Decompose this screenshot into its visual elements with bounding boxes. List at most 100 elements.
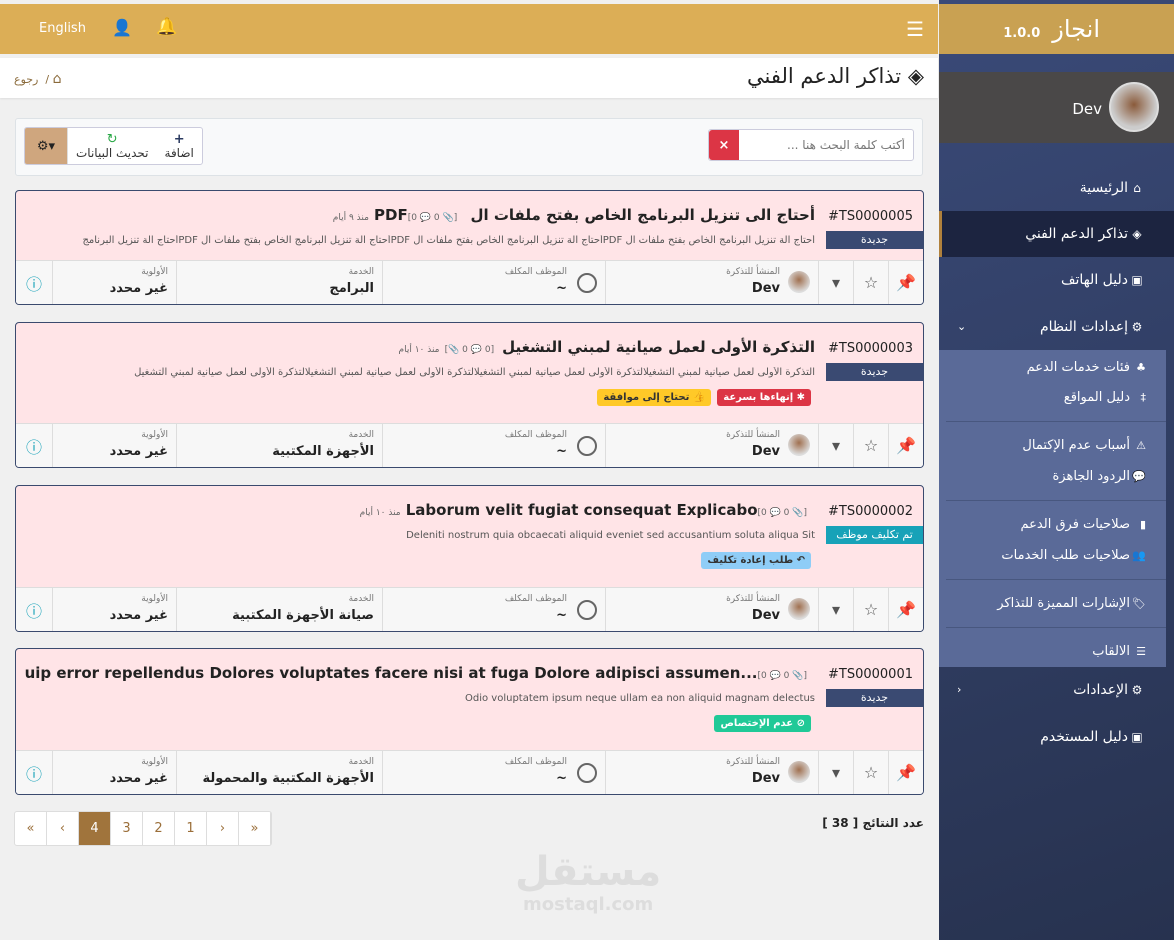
add-button[interactable]: + اضافة bbox=[157, 128, 202, 164]
page-button[interactable]: › bbox=[207, 812, 239, 845]
page-button[interactable]: « bbox=[15, 812, 47, 845]
ticket-id[interactable]: #TS0000002 bbox=[828, 504, 913, 519]
ticket-tags: ✱ إنهاءها بسرعة 👍 تحتاج إلى موافقة bbox=[597, 389, 811, 406]
sidebar-item[interactable]: ⚙ إعدادات النظام ⌄ bbox=[939, 304, 1174, 350]
ticket-card[interactable]: #TS0000001 جديدة dunt aliquip error repe… bbox=[15, 648, 924, 795]
ticket-card[interactable]: #TS0000005 جديدة أحتاج الى تنزيل البرنام… bbox=[15, 190, 924, 305]
pin-icon[interactable]: 📌 bbox=[888, 751, 923, 794]
clear-search-button[interactable]: × bbox=[709, 130, 739, 160]
star-icon[interactable]: ☆ bbox=[853, 588, 888, 631]
ticket-description: Deleniti nostrum quia obcaecati aliquid … bbox=[406, 530, 815, 541]
submenu-item-icon: 👥 bbox=[1132, 549, 1146, 562]
avatar bbox=[1109, 82, 1159, 132]
search-input[interactable] bbox=[739, 130, 913, 160]
sidebar-item[interactable]: ◈ تذاكر الدعم الفني bbox=[939, 211, 1174, 257]
service-value: الأجهزة المكتبية والمحمولة bbox=[202, 771, 374, 786]
star-icon[interactable]: ☆ bbox=[853, 751, 888, 794]
submenu-item[interactable]: ⚠ أسباب عدم الإكتمال bbox=[939, 434, 1174, 458]
sidebar-item-icon: ⌂ bbox=[1133, 181, 1141, 195]
dropdown-toggle-icon[interactable]: ▾ bbox=[818, 424, 853, 467]
page-button[interactable]: 4 bbox=[79, 812, 111, 845]
pin-icon[interactable]: 📌 bbox=[888, 424, 923, 467]
submenu-item[interactable]: 💬 الردود الجاهزة bbox=[939, 465, 1174, 489]
sidebar-item-label: الرئيسية bbox=[1079, 180, 1128, 196]
employee-value: ~ bbox=[556, 771, 567, 786]
status-badge: تم تكليف موظف bbox=[826, 526, 923, 544]
sidebar-item[interactable]: ▣ دليل الهاتف bbox=[939, 257, 1174, 303]
refresh-button[interactable]: ↻ تحديث البيانات bbox=[67, 128, 157, 164]
submenu-item[interactable]: ♣ فئات خدمات الدعم bbox=[939, 356, 1174, 380]
employee-label: الموظف المكلف bbox=[504, 757, 567, 767]
sidebar-item[interactable]: ⚙ الإعدادات ‹ bbox=[939, 667, 1174, 713]
service-value: البرامج bbox=[329, 281, 374, 296]
priority-value: غير محدد bbox=[109, 444, 168, 459]
back-link[interactable]: رجوع bbox=[14, 73, 38, 86]
submenu-item[interactable]: ☰ الالقاب bbox=[939, 640, 1174, 664]
page-button[interactable]: 3 bbox=[111, 812, 143, 845]
brand-header: انجاز 1.0.0 bbox=[939, 4, 1174, 54]
main-area: ☰ English 👤 🔔 ◈ تذاكر الدعم الفني ⌂ / رج… bbox=[0, 0, 938, 940]
creator-value: Dev bbox=[751, 608, 780, 623]
info-icon[interactable]: ⓘ bbox=[16, 261, 52, 304]
submenu-item[interactable]: 👥 صلاحيات طلب الخدمات bbox=[939, 544, 1174, 568]
user-icon[interactable]: 👤 bbox=[112, 18, 132, 37]
ticket-title[interactable]: dunt aliquip error repellendus Dolores v… bbox=[24, 664, 758, 682]
submenu-item-icon: ⚠ bbox=[1136, 439, 1146, 452]
ticket-description: أحتاج الة تنزيل البرنامج الخاص بفتح ملفا… bbox=[82, 235, 815, 246]
sidebar-item-label: تذاكر الدعم الفني bbox=[1025, 226, 1128, 242]
page-button[interactable]: 2 bbox=[143, 812, 175, 845]
bell-icon[interactable]: 🔔 bbox=[156, 17, 177, 37]
info-icon[interactable]: ⓘ bbox=[16, 751, 52, 794]
ticket-icon: ◈ bbox=[907, 64, 924, 88]
star-icon[interactable]: ☆ bbox=[853, 424, 888, 467]
hamburger-icon[interactable]: ☰ bbox=[906, 17, 924, 41]
ticket-card[interactable]: #TS0000002 تم تكليف موظف Laborum velit f… bbox=[15, 485, 924, 632]
service-cell: الخدمة الأجهزة المكتبية والمحمولة bbox=[176, 751, 382, 794]
ticket-header: dunt aliquip error repellendus Dolores v… bbox=[24, 663, 815, 682]
dropdown-toggle-icon[interactable]: ▾ bbox=[818, 261, 853, 304]
priority-label: الأولوية bbox=[141, 757, 168, 767]
ticket-id[interactable]: #TS0000005 bbox=[828, 209, 913, 224]
star-icon[interactable]: ☆ bbox=[853, 261, 888, 304]
submenu-item[interactable]: 🏷 الإشارات المميزة للتذاكر bbox=[939, 592, 1174, 616]
pin-icon[interactable]: 📌 bbox=[888, 261, 923, 304]
refresh-label: تحديث البيانات bbox=[76, 145, 149, 160]
submenu-item[interactable]: ‡ دليل المواقع bbox=[939, 386, 1174, 410]
ticket-title[interactable]: التذكرة الأولى لعمل صيانية لمبني التشغيل bbox=[502, 338, 815, 356]
ticket-card[interactable]: #TS0000003 جديدة التذكرة الأولى لعمل صيا… bbox=[15, 322, 924, 468]
page-button[interactable]: ‹ bbox=[47, 812, 79, 845]
info-icon[interactable]: ⓘ bbox=[16, 588, 52, 631]
user-name: Dev bbox=[1072, 100, 1102, 118]
home-icon[interactable]: ⌂ bbox=[53, 71, 62, 87]
submenu-item[interactable]: ▮ صلاحيات فرق الدعم bbox=[939, 513, 1174, 537]
pin-icon[interactable]: 📌 bbox=[888, 588, 923, 631]
priority-value: غير محدد bbox=[109, 771, 168, 786]
ticket-description: Odio voluptatem ipsum neque ullam ea non… bbox=[465, 693, 815, 704]
page-button[interactable]: 1 bbox=[175, 812, 207, 845]
page-title-text: تذاكر الدعم الفني bbox=[747, 64, 902, 88]
language-switch[interactable]: English bbox=[39, 21, 86, 36]
ticket-id[interactable]: #TS0000003 bbox=[828, 341, 913, 356]
priority-label: الأولوية bbox=[141, 594, 168, 604]
refresh-icon: ↻ bbox=[106, 131, 118, 147]
sidebar-item-icon: ⚙ bbox=[1131, 683, 1143, 697]
ticket-id[interactable]: #TS0000001 bbox=[828, 667, 913, 682]
submenu-item-label: الإشارات المميزة للتذاكر bbox=[997, 596, 1130, 611]
ticket-counts: [0 💬 0 📎] bbox=[407, 213, 458, 223]
info-icon[interactable]: ⓘ bbox=[16, 424, 52, 467]
employee-cell: الموظف المكلف ~ bbox=[382, 751, 605, 794]
sidebar-item[interactable]: ⌂ الرئيسية bbox=[939, 165, 1174, 211]
sidebar-item[interactable]: ▣ دليل المستخدم bbox=[939, 714, 1174, 760]
priority-label: الأولوية bbox=[141, 267, 168, 277]
settings-dropdown-button[interactable]: ⚙▾ bbox=[25, 128, 67, 164]
search-box: × bbox=[708, 129, 914, 161]
dropdown-toggle-icon[interactable]: ▾ bbox=[818, 751, 853, 794]
submenu-item-icon: 💬 bbox=[1132, 470, 1146, 483]
ticket-title[interactable]: Laborum velit fugiat consequat Explicabo bbox=[406, 501, 758, 519]
status-badge: جديدة bbox=[826, 231, 923, 249]
ticket-tag: 👍 تحتاج إلى موافقة bbox=[597, 389, 712, 406]
dropdown-toggle-icon[interactable]: ▾ bbox=[818, 588, 853, 631]
ticket-age: منذ ١٠ أيام bbox=[398, 345, 440, 355]
breadcrumb-bar: ◈ تذاكر الدعم الفني ⌂ / رجوع bbox=[0, 58, 938, 98]
page-button[interactable]: » bbox=[239, 812, 271, 845]
